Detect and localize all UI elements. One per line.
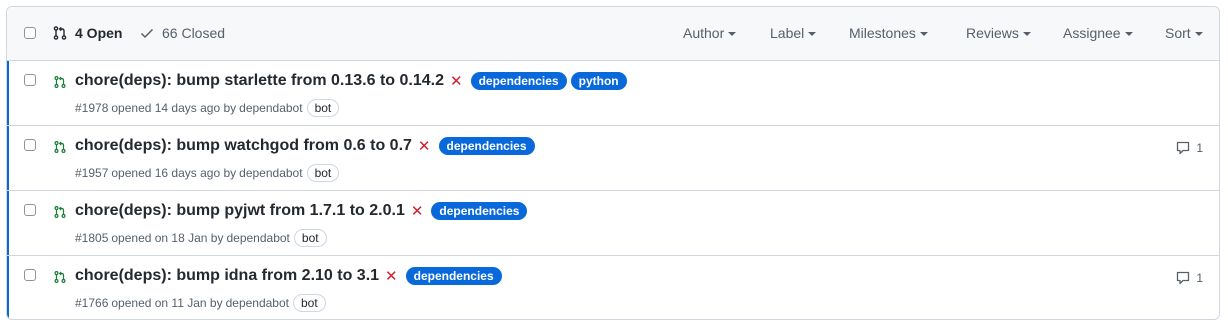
assignee-filter-label: Assignee — [1063, 25, 1121, 41]
git-pull-request-icon — [54, 271, 66, 283]
opened-text: opened on 18 Jan by — [111, 231, 224, 245]
comments-link[interactable]: 1 — [1175, 270, 1203, 286]
row-checkbox[interactable] — [24, 204, 36, 216]
git-pull-request-icon — [54, 206, 66, 218]
pull-request-title[interactable]: chore(deps): bump starlette from 0.13.6 … — [75, 72, 444, 90]
bot-badge: bot — [293, 229, 327, 247]
git-pull-request-icon — [54, 76, 66, 88]
pull-request-number: #1978 — [75, 101, 109, 115]
row-checkbox[interactable] — [24, 74, 36, 86]
opened-text: opened 14 days ago by — [111, 101, 237, 115]
pull-request-number: #1805 — [75, 231, 109, 245]
caret-down-icon — [1124, 32, 1133, 36]
caret-down-icon — [919, 32, 928, 36]
pull-request-row: chore(deps): bump starlette from 0.13.6 … — [7, 61, 1219, 126]
pull-request-row: chore(deps): bump pyjwt from 1.7.1 to 2.… — [7, 191, 1219, 256]
author-filter[interactable]: Author — [683, 25, 737, 41]
bot-badge: bot — [306, 164, 340, 182]
caret-down-icon — [1022, 32, 1031, 36]
row-checkbox[interactable] — [24, 139, 36, 151]
pull-request-number: #1766 — [75, 296, 109, 310]
author-filter-label: Author — [683, 25, 725, 41]
pull-request-list: 4 Open 66 Closed Author Label Milestones — [6, 6, 1220, 320]
author-link[interactable]: dependabot — [239, 101, 302, 115]
caret-down-icon — [808, 32, 817, 36]
author-link[interactable]: dependabot — [226, 231, 289, 245]
x-icon[interactable]: ✕ — [450, 74, 463, 89]
x-icon[interactable]: ✕ — [418, 139, 431, 154]
label-filter[interactable]: Label — [770, 25, 817, 41]
git-pull-request-icon — [54, 141, 66, 153]
caret-down-icon — [1194, 32, 1203, 36]
list-header: 4 Open 66 Closed Author Label Milestones — [7, 7, 1219, 61]
bot-badge: bot — [293, 294, 326, 312]
pull-request-title[interactable]: chore(deps): bump pyjwt from 1.7.1 to 2.… — [75, 202, 405, 220]
caret-down-icon — [728, 32, 737, 36]
comment-icon — [1177, 271, 1190, 285]
pull-request-meta: #1766 opened on 11 Jan by dependabot bot — [75, 294, 326, 312]
filter-bar: Author Label Milestones Reviews Assignee… — [7, 25, 1219, 43]
title-line: chore(deps): bump idna from 2.10 to 3.1 … — [75, 267, 506, 285]
sort-filter-label: Sort — [1165, 25, 1191, 41]
x-icon[interactable]: ✕ — [385, 269, 398, 284]
pull-request-row: chore(deps): bump watchgod from 0.6 to 0… — [7, 126, 1219, 191]
label-dependencies[interactable]: dependencies — [431, 202, 528, 220]
comments-link[interactable]: 1 — [1175, 140, 1203, 156]
pull-request-title[interactable]: chore(deps): bump idna from 2.10 to 3.1 — [75, 267, 379, 285]
title-line: chore(deps): bump watchgod from 0.6 to 0… — [75, 137, 539, 155]
pull-request-meta: #1957 opened 16 days ago by dependabot b… — [75, 164, 340, 182]
author-link[interactable]: dependabot — [226, 296, 289, 310]
reviews-filter-label: Reviews — [966, 25, 1019, 41]
label-filter-label: Label — [770, 25, 805, 41]
comment-count: 1 — [1196, 271, 1203, 285]
label-dependencies[interactable]: dependencies — [470, 72, 567, 90]
sort-filter[interactable]: Sort — [1165, 25, 1203, 41]
pull-request-meta: #1805 opened on 18 Jan by dependabot bot — [75, 229, 327, 247]
opened-text: opened 16 days ago by — [111, 166, 237, 180]
row-checkbox[interactable] — [24, 269, 36, 281]
bot-badge: bot — [306, 99, 340, 117]
label-dependencies[interactable]: dependencies — [438, 137, 535, 155]
label-python[interactable]: python — [570, 72, 627, 90]
pull-request-title[interactable]: chore(deps): bump watchgod from 0.6 to 0… — [75, 137, 412, 155]
author-link[interactable]: dependabot — [239, 166, 302, 180]
label-dependencies[interactable]: dependencies — [405, 267, 502, 285]
milestones-filter-label: Milestones — [849, 25, 916, 41]
comment-count: 1 — [1196, 141, 1203, 155]
reviews-filter[interactable]: Reviews — [966, 25, 1031, 41]
title-line: chore(deps): bump starlette from 0.13.6 … — [75, 72, 631, 90]
comment-icon — [1177, 141, 1190, 155]
pull-request-row: chore(deps): bump idna from 2.10 to 3.1 … — [7, 256, 1219, 319]
x-icon[interactable]: ✕ — [411, 204, 424, 219]
pull-request-meta: #1978 opened 14 days ago by dependabot b… — [75, 99, 340, 117]
pull-request-number: #1957 — [75, 166, 109, 180]
opened-text: opened on 11 Jan by — [111, 296, 223, 310]
title-line: chore(deps): bump pyjwt from 1.7.1 to 2.… — [75, 202, 531, 220]
milestones-filter[interactable]: Milestones — [849, 25, 928, 41]
assignee-filter[interactable]: Assignee — [1063, 25, 1133, 41]
